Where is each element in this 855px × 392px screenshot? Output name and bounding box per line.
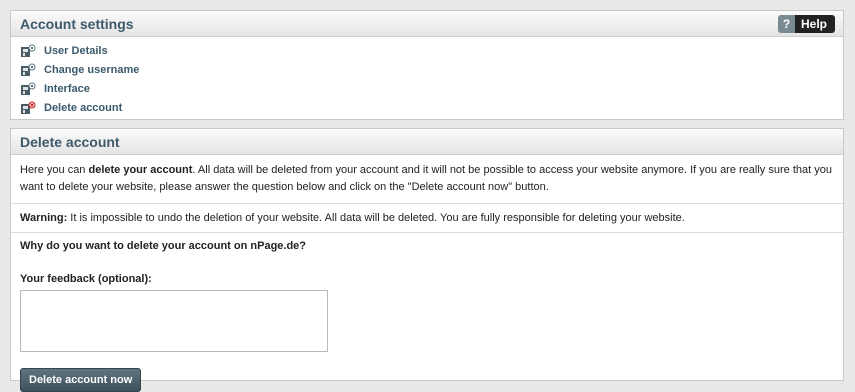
delete-account-title: Delete account xyxy=(20,134,120,150)
menu-item-delete-account[interactable]: Delete account xyxy=(20,98,843,117)
menu-label: Change username xyxy=(44,63,140,76)
warning-label: Warning: xyxy=(20,212,68,224)
help-label: Help xyxy=(794,15,835,33)
delete-account-panel: Delete account Here you can delete your … xyxy=(10,128,844,392)
account-settings-header: Account settings ? Help xyxy=(11,11,843,37)
menu-label: User Details xyxy=(44,44,108,57)
help-button[interactable]: ? Help xyxy=(777,15,835,33)
feedback-label: Your feedback (optional): xyxy=(20,273,152,285)
menu-label: Interface xyxy=(44,82,90,95)
menu-item-interface[interactable]: Interface xyxy=(20,79,843,98)
delete-question: Why do you want to delete your account o… xyxy=(20,240,307,252)
warning-text: Warning: It is impossible to undo the de… xyxy=(11,204,843,233)
account-settings-title: Account settings xyxy=(20,16,134,32)
user-settings-icon xyxy=(21,63,36,76)
delete-form: Why do you want to delete your account o… xyxy=(11,233,843,392)
warning-body: It is impossible to undo the deletion of… xyxy=(67,212,685,224)
feedback-textarea[interactable] xyxy=(20,290,328,352)
intro-text: Here you can delete your account. All da… xyxy=(11,155,843,204)
menu-item-user-details[interactable]: User Details xyxy=(20,41,843,60)
delete-account-now-button[interactable]: Delete account now xyxy=(20,368,142,392)
help-question-icon: ? xyxy=(777,15,795,33)
account-settings-menu: User Details Change username Interface D… xyxy=(11,37,843,117)
intro-bold: delete your account xyxy=(88,164,193,176)
user-settings-icon xyxy=(21,44,36,57)
user-settings-icon xyxy=(21,82,36,95)
user-delete-icon xyxy=(21,101,36,114)
intro-prefix: Here you can xyxy=(20,164,89,176)
account-settings-panel: Account settings ? Help User Details Cha… xyxy=(10,10,844,120)
page: Account settings ? Help User Details Cha… xyxy=(0,0,855,392)
menu-label: Delete account xyxy=(44,101,123,114)
delete-account-header: Delete account xyxy=(11,129,843,155)
menu-item-change-username[interactable]: Change username xyxy=(20,60,843,79)
